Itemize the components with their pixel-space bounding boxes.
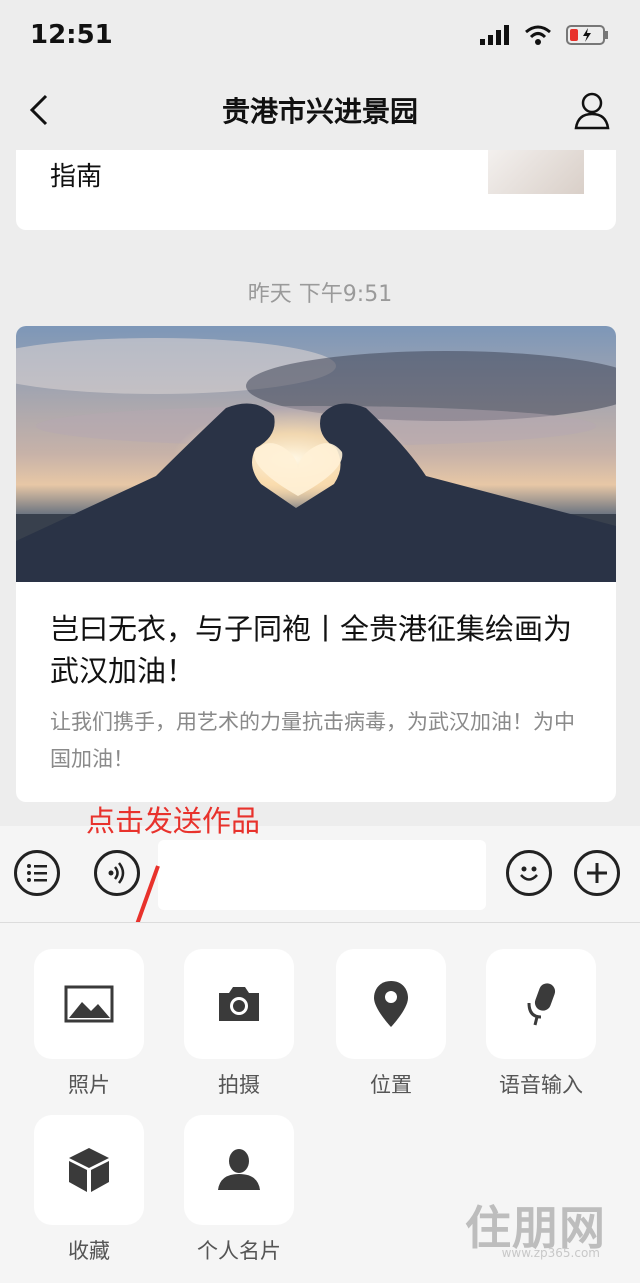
favorites-button[interactable] bbox=[34, 1115, 144, 1225]
location-icon bbox=[374, 981, 408, 1027]
more-plus-button[interactable] bbox=[574, 850, 620, 896]
profile-icon[interactable] bbox=[572, 88, 612, 132]
location-button[interactable] bbox=[336, 949, 446, 1059]
photo-label: 照片 bbox=[68, 1073, 110, 1097]
previous-article-card[interactable]: 指南 bbox=[16, 150, 616, 230]
photo-button[interactable] bbox=[34, 949, 144, 1059]
camera-icon bbox=[219, 987, 259, 1021]
wifi-icon bbox=[525, 25, 551, 45]
favorites-cube-icon bbox=[69, 1148, 109, 1192]
camera-label: 拍摄 bbox=[218, 1073, 260, 1097]
contact-card-icon bbox=[218, 1149, 260, 1190]
contact-card-button[interactable] bbox=[184, 1115, 294, 1225]
status-time: 12:51 bbox=[30, 20, 113, 50]
article-cover-image bbox=[16, 326, 616, 582]
message-timestamp: 昨天 下午9:51 bbox=[247, 282, 393, 307]
microphone-icon bbox=[527, 983, 556, 1026]
annotation-label: 点击发送作品 bbox=[86, 804, 261, 838]
favorites-label: 收藏 bbox=[68, 1239, 110, 1263]
article-description: 让我们携手，用艺术的力量抗击病毒，为武汉加油！为中国加油！ bbox=[50, 710, 575, 771]
menu-list-button[interactable] bbox=[14, 850, 60, 896]
emoji-button[interactable] bbox=[506, 850, 552, 896]
plus-icon bbox=[587, 863, 607, 883]
voice-input-button[interactable] bbox=[486, 949, 596, 1059]
menu-list-icon bbox=[27, 864, 47, 882]
photo-icon bbox=[64, 985, 114, 1023]
article-title: 岂曰无衣，与子同袍丨全贵港征集绘画为武汉加油！ bbox=[50, 612, 573, 688]
camera-button[interactable] bbox=[184, 949, 294, 1059]
voice-input-label: 语音输入 bbox=[499, 1073, 583, 1097]
message-input[interactable] bbox=[158, 840, 486, 910]
article-card[interactable]: 岂曰无衣，与子同袍丨全贵港征集绘画为武汉加油！ 让我们携手，用艺术的力量抗击病毒… bbox=[16, 326, 616, 802]
status-bar: 12:51 bbox=[0, 0, 640, 72]
input-bar bbox=[0, 826, 640, 922]
watermark-url: www.zp365.com bbox=[501, 1246, 600, 1260]
contact-card-label: 个人名片 bbox=[197, 1239, 281, 1263]
previous-article-title: 指南 bbox=[50, 162, 103, 192]
signal-icon bbox=[480, 25, 509, 45]
location-label: 位置 bbox=[370, 1073, 412, 1097]
page-title: 贵港市兴进景园 bbox=[221, 95, 418, 128]
previous-article-thumbnail bbox=[488, 150, 584, 194]
nav-bar: 贵港市兴进景园 bbox=[0, 72, 640, 150]
battery-icon bbox=[566, 25, 608, 45]
emoji-icon bbox=[520, 866, 538, 881]
